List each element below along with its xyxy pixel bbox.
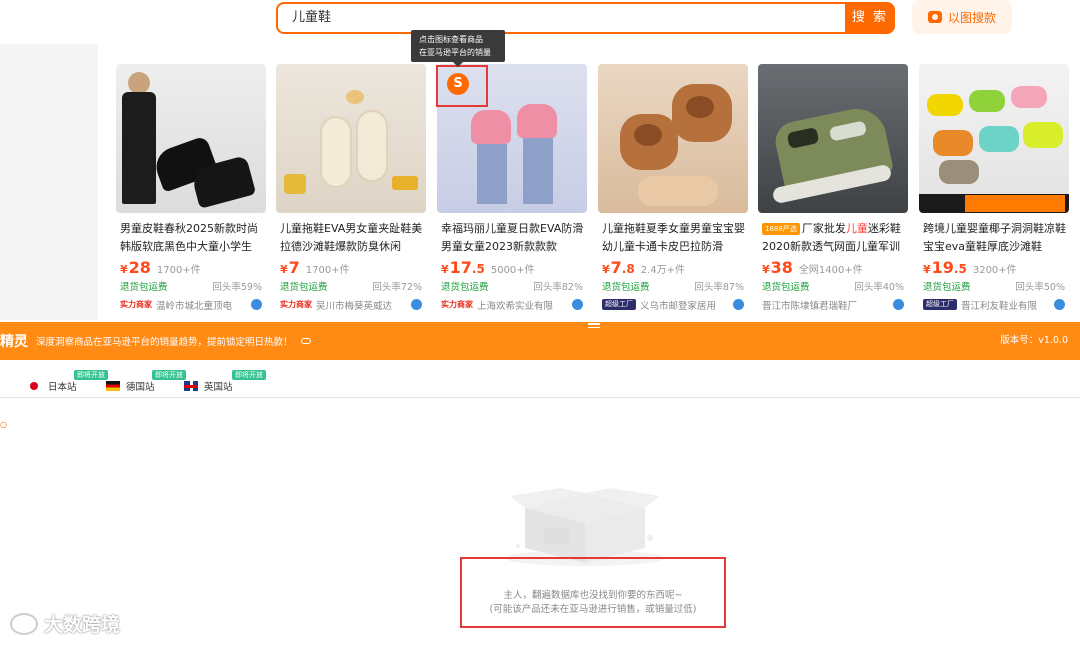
sold-count: 5000+件	[490, 265, 535, 276]
product-card[interactable]: 儿童拖鞋夏季女童男童宝宝婴幼儿童卡通卡皮巴拉防滑 ¥7.8 2.4万+件 退货包…	[598, 64, 748, 314]
station-tab-uk[interactable]: 即将开放 英国站	[184, 370, 266, 396]
refund-badge: 退货包运费	[280, 282, 328, 293]
refund-badge: 退货包运费	[762, 282, 810, 293]
strong-merchant-tag: 实力商家	[280, 300, 312, 309]
station-label: 德国站	[126, 382, 155, 393]
repurchase-rate: 回头率59%	[212, 282, 262, 293]
shop-name[interactable]: 上海欢希实业有限	[477, 298, 553, 312]
shop-info-icon[interactable]	[733, 299, 744, 310]
plugin-brand: 精灵	[0, 334, 28, 350]
refund-badge: 退货包运费	[602, 282, 650, 293]
shop-name[interactable]: 晋江利友鞋业有限	[961, 298, 1037, 312]
shop-info-icon[interactable]	[572, 299, 583, 310]
shop-name[interactable]: 吴川市梅葵英威达	[316, 298, 392, 312]
watermark-logo-icon	[10, 612, 38, 635]
product-title[interactable]: 儿童拖鞋EVA男女童夹趾鞋美拉德沙滩鞋爆款防臭休闲	[276, 220, 426, 256]
refund-badge: 退货包运费	[120, 282, 168, 293]
refund-badge: 退货包运费	[441, 282, 489, 293]
product-card[interactable]: 1688严选 厂家批发儿童迷彩鞋2020新款透气网面儿童军训 ¥38 全网1400…	[758, 64, 908, 314]
product-card[interactable]: 男童皮鞋春秋2025新款时尚韩版软底黑色中大童小学生 ¥28 1700+件 退货…	[116, 64, 266, 314]
sold-count: 1700+件	[305, 265, 350, 276]
product-image[interactable]	[276, 64, 426, 213]
shop-info-icon[interactable]	[1054, 299, 1065, 310]
station-label: 英国站	[204, 382, 233, 393]
1688-select-badge: 1688严选	[762, 223, 800, 235]
station-tab-germany[interactable]: 即将开放 德国站	[106, 370, 186, 396]
collapse-handle-icon[interactable]	[588, 323, 600, 331]
product-price: ¥38	[762, 258, 793, 277]
sold-count: 2.4万+件	[640, 265, 686, 276]
repurchase-rate: 回头率40%	[854, 282, 904, 293]
shop-info-icon[interactable]	[411, 299, 422, 310]
sold-count: 1700+件	[156, 265, 201, 276]
repurchase-rate: 回头率82%	[533, 282, 583, 293]
empty-line1: 主人，翻遍数据库也没找到你要的东西呢~	[503, 590, 683, 601]
product-title[interactable]: 1688严选 厂家批发儿童迷彩鞋2020新款透气网面儿童军训	[758, 220, 908, 256]
product-title[interactable]: 幸福玛丽儿童夏日款EVA防滑男童女童2023新款款款	[437, 220, 587, 256]
shop-info-icon[interactable]	[893, 299, 904, 310]
repurchase-rate: 回头率72%	[372, 282, 422, 293]
product-card[interactable]: 儿童拖鞋EVA男女童夹趾鞋美拉德沙滩鞋爆款防臭休闲 ¥7 1700+件 退货包运…	[276, 64, 426, 314]
super-factory-tag: 超级工厂	[602, 299, 636, 310]
repurchase-rate: 回头率87%	[694, 282, 744, 293]
repurchase-rate: 回头率50%	[1015, 282, 1065, 293]
search-button[interactable]: 搜 索	[845, 2, 895, 34]
image-search-label: 以图搜款	[947, 10, 996, 25]
plugin-description: 深度洞察商品在亚马逊平台的销量趋势，提前锁定明日热款！	[36, 337, 293, 348]
watermark-text: 大数跨境	[44, 614, 121, 636]
empty-state-message: 主人，翻遍数据库也没找到你要的东西呢~ (可能该产品还未在亚马逊进行销售，或销量…	[460, 557, 726, 628]
product-image[interactable]	[598, 64, 748, 213]
japan-flag-icon	[30, 382, 38, 390]
tooltip-line2: 在亚马逊平台的销量	[419, 48, 491, 57]
watermark: 大数跨境	[10, 610, 120, 637]
germany-flag-icon	[106, 381, 120, 391]
amazon-sales-plugin-icon[interactable]: S	[436, 65, 488, 107]
shop-name[interactable]: 晋江市陈埭镇君瑞鞋厂	[762, 298, 857, 312]
sold-count: 3200+件	[972, 265, 1017, 276]
search-input[interactable]: 儿童鞋	[276, 2, 846, 34]
product-price: ¥7.8	[602, 258, 635, 277]
shop-name[interactable]: 温岭市城北童顶电	[156, 298, 232, 312]
tooltip-line1: 点击图标查看商品	[419, 35, 483, 44]
strong-merchant-tag: 实力商家	[441, 300, 473, 309]
product-card[interactable]: 跨境儿童婴童椰子洞洞鞋凉鞋宝宝eva童鞋厚底沙滩鞋 ¥19.5 3200+件 退…	[919, 64, 1069, 314]
product-title[interactable]: 男童皮鞋春秋2025新款时尚韩版软底黑色中大童小学生	[116, 220, 266, 256]
uk-flag-icon	[184, 381, 198, 391]
product-title[interactable]: 儿童拖鞋夏季女童男童宝宝婴幼儿童卡通卡皮巴拉防滑	[598, 220, 748, 256]
camera-icon	[927, 11, 942, 23]
coming-soon-badge: 即将开放	[232, 370, 266, 380]
shop-info-icon[interactable]	[251, 299, 262, 310]
strong-merchant-tag: 实力商家	[120, 300, 152, 309]
plugin-version: 版本号：v1.0.0	[1000, 335, 1068, 346]
edge-mark: ○	[0, 420, 7, 429]
shop-name[interactable]: 义乌市邮登家居用	[640, 298, 716, 312]
super-factory-tag: 超级工厂	[923, 299, 957, 310]
empty-line2: (可能该产品还未在亚马逊进行销售，或销量过低)	[489, 604, 697, 615]
product-image[interactable]	[758, 64, 908, 213]
sold-count: 全网1400+件	[798, 265, 863, 276]
coming-soon-badge: 即将开放	[152, 370, 186, 380]
product-image[interactable]	[919, 64, 1069, 213]
coming-soon-badge: 即将开放	[74, 370, 108, 380]
refund-badge: 退货包运费	[923, 282, 971, 293]
product-image[interactable]	[116, 64, 266, 213]
left-sidebar-bg	[0, 44, 98, 320]
station-label: 日本站	[48, 382, 77, 393]
product-price: ¥7	[280, 258, 300, 277]
divider	[0, 397, 1080, 398]
station-tab-japan[interactable]: 即将开放 日本站	[30, 370, 108, 396]
link-icon[interactable]	[300, 338, 311, 344]
empty-box-illustration	[505, 488, 665, 566]
product-price: ¥19.5	[923, 258, 967, 277]
product-price: ¥28	[120, 258, 151, 277]
plugin-header-bar: 精灵 深度洞察商品在亚马逊平台的销量趋势，提前锁定明日热款！ 版本号：v1.0.…	[0, 322, 1080, 360]
page: 儿童鞋 搜 索 以图搜款 男童皮鞋春秋2025新款时尚韩版软底黑色中大童小学生 …	[0, 0, 1080, 646]
plugin-logo-icon: S	[447, 73, 469, 95]
image-search-button[interactable]: 以图搜款	[912, 0, 1012, 34]
product-price: ¥17.5	[441, 258, 485, 277]
product-title[interactable]: 跨境儿童婴童椰子洞洞鞋凉鞋宝宝eva童鞋厚底沙滩鞋	[919, 220, 1069, 256]
plugin-tooltip: 点击图标查看商品 在亚马逊平台的销量	[411, 30, 505, 67]
